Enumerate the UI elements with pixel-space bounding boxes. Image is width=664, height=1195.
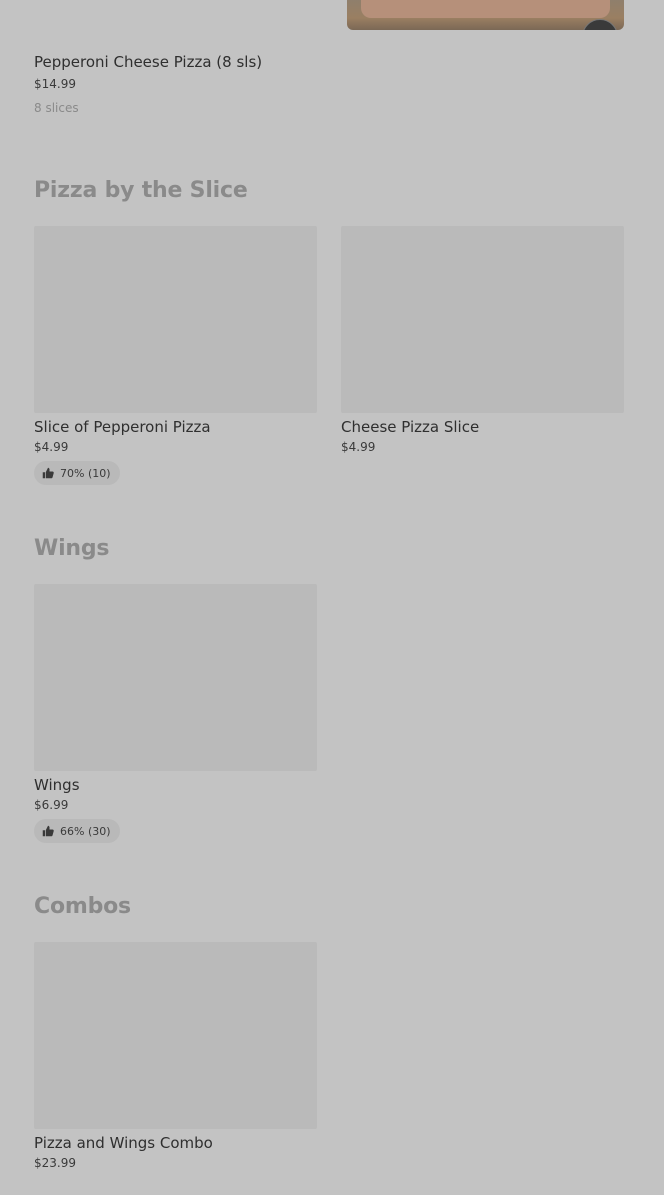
item-name: Pizza and Wings Combo xyxy=(34,1134,213,1152)
menu-item-cheese-pizza-slice[interactable]: Cheese Pizza Slice $4.99 xyxy=(341,226,624,455)
item-price: $23.99 xyxy=(34,1156,76,1170)
item-description: 8 slices xyxy=(34,101,79,115)
menu-item-slice-of-pepperoni-pizza[interactable]: Slice of Pepperoni Pizza $4.99 70% (10) xyxy=(34,226,317,485)
item-name: Wings xyxy=(34,776,80,794)
item-name: Cheese Pizza Slice xyxy=(341,418,480,436)
rating-badge: 70% (10) xyxy=(34,461,120,485)
item-price: $4.99 xyxy=(341,440,376,454)
add-item-button[interactable] xyxy=(582,19,618,30)
item-price: $14.99 xyxy=(34,77,76,91)
item-image xyxy=(34,942,317,1129)
item-price: $4.99 xyxy=(34,440,69,454)
section-title-combos: Combos xyxy=(34,894,131,919)
section-title-pizza-by-the-slice: Pizza by the Slice xyxy=(34,178,248,203)
item-name: Slice of Pepperoni Pizza xyxy=(34,418,211,436)
menu-item-pepperoni-cheese-pizza[interactable]: Pepperoni Cheese Pizza (8 sls) $14.99 8 … xyxy=(34,52,334,116)
item-image xyxy=(341,226,624,413)
item-image xyxy=(34,226,317,413)
rating-badge: 66% (30) xyxy=(34,819,120,843)
thumbs-up-icon xyxy=(42,825,54,837)
rating-text: 66% (30) xyxy=(60,824,111,838)
rating-text: 70% (10) xyxy=(60,466,111,480)
pepperoni-pizza-image[interactable] xyxy=(347,0,624,30)
item-name: Pepperoni Cheese Pizza (8 sls) xyxy=(34,53,263,71)
item-image xyxy=(34,584,317,771)
menu-item-pizza-and-wings-combo[interactable]: Pizza and Wings Combo $23.99 xyxy=(34,942,317,1171)
item-price: $6.99 xyxy=(34,798,69,812)
menu-item-wings[interactable]: Wings $6.99 66% (30) xyxy=(34,584,317,843)
pizza-crust-graphic xyxy=(361,0,610,18)
thumbs-up-icon xyxy=(42,467,54,479)
section-title-wings: Wings xyxy=(34,536,110,561)
